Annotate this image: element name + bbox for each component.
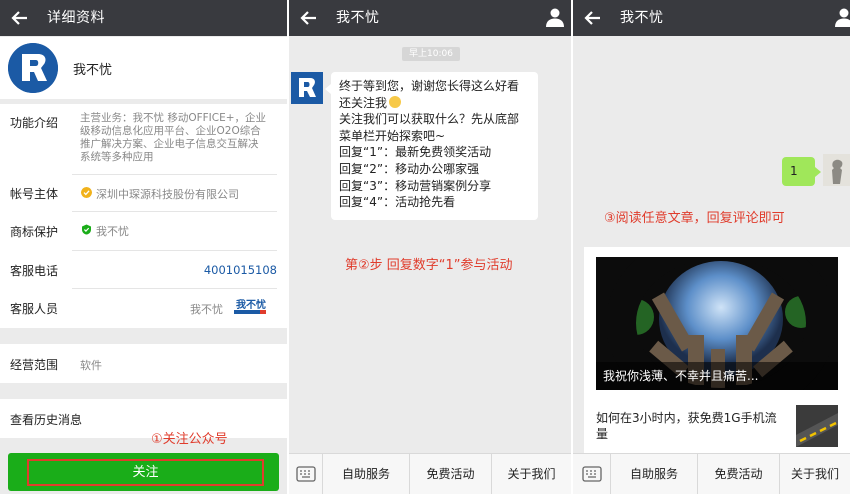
step-annotation: 第②步 回复数字“1”参与活动 <box>345 258 513 273</box>
verified-badge-icon <box>81 187 92 198</box>
info-card: 功能介绍 主营业务：我不忧 移动OFFICE+，企业 级移动信息化应用平台、企业… <box>0 104 287 328</box>
back-arrow-icon[interactable] <box>9 7 31 29</box>
bottom-menu: 自助服务 免费活动 关于我们 <box>289 453 571 494</box>
intro-label: 功能介绍 <box>10 116 59 130</box>
keyboard-icon[interactable] <box>296 466 316 482</box>
back-arrow-icon[interactable] <box>582 7 604 29</box>
divider <box>72 250 277 251</box>
trademark-icon <box>82 224 91 235</box>
menu-self-service[interactable]: 自助服务 <box>323 454 410 494</box>
chat-panel-articles: 我不忧 1 ③阅读任意文章，回复评论即可 我祝你浅薄、不幸并且痛苦... 如何在… <box>573 0 850 494</box>
owner-value[interactable]: 深圳中琛源科技股份有限公司 <box>96 186 239 202</box>
chat-panel: 我不忧 早上10:06 终于等到您，谢谢您长得这么好看 还关注我 关注我们可以获… <box>289 0 571 494</box>
road-image <box>796 405 838 447</box>
divider <box>72 288 277 289</box>
read-annotation: ③阅读任意文章，回复评论即可 <box>604 211 785 226</box>
my-avatar[interactable] <box>823 154 850 186</box>
account-avatar <box>8 43 58 93</box>
account-name: 我不忧 <box>73 63 113 78</box>
intro-text: 主营业务：我不忧 移动OFFICE+，企业 级移动信息化应用平台、企业O2O综合… <box>80 112 267 163</box>
staff-logo: 我不忧 <box>234 296 266 318</box>
person-icon[interactable] <box>545 7 565 27</box>
bottom-menu: 自助服务 免费活动 关于我们 <box>573 453 850 494</box>
chat-title: 我不忧 <box>336 10 380 26</box>
my-message-bubble: 1 <box>782 157 821 186</box>
staff-label: 客服人员 <box>10 302 59 316</box>
scope-value: 软件 <box>80 359 102 372</box>
follow-button[interactable]: 关注 <box>8 453 279 491</box>
follow-button-label[interactable]: 关注 <box>27 459 264 486</box>
phone-value[interactable]: 4001015108 <box>204 263 277 277</box>
profile-panel: 详细资料 我不忧 功能介绍 主营业务：我不忧 移动OFFICE+，企业 级移动信… <box>0 0 287 494</box>
article-cover[interactable]: 我祝你浅薄、不幸并且痛苦... <box>596 257 838 390</box>
titlebar: 我不忧 <box>573 0 850 36</box>
account-header: 我不忧 <box>0 37 287 99</box>
menu-about-us[interactable]: 关于我们 <box>780 454 850 494</box>
follow-annotation: ①关注公众号 <box>151 432 228 447</box>
divider <box>72 211 277 212</box>
timestamp: 早上10:06 <box>402 47 460 61</box>
menu-about-us[interactable]: 关于我们 <box>492 454 571 494</box>
history-row[interactable]: 查看历史消息 <box>0 399 287 438</box>
owner-label: 帐号主体 <box>10 187 59 201</box>
keyboard-icon[interactable] <box>582 466 602 482</box>
titlebar: 详细资料 <box>0 0 287 36</box>
staff-value: 我不忧 <box>190 303 223 316</box>
menu-free-activity[interactable]: 免费活动 <box>410 454 492 494</box>
phone-label: 客服电话 <box>10 264 59 278</box>
page-title: 详细资料 <box>47 10 105 26</box>
smile-emoji-icon <box>389 95 402 108</box>
trademark-value: 我不忧 <box>96 225 129 238</box>
sub-article-thumbnail[interactable] <box>796 405 838 447</box>
scope-row: 经营范围 软件 <box>0 344 287 383</box>
cover-caption[interactable]: 我祝你浅薄、不幸并且痛苦... <box>596 362 838 390</box>
divider <box>72 174 277 175</box>
message-bubble: 终于等到您，谢谢您长得这么好看 还关注我 关注我们可以获取什么？先从底部 菜单栏… <box>325 72 538 220</box>
trademark-label: 商标保护 <box>10 225 59 239</box>
scope-label: 经营范围 <box>10 358 59 372</box>
chat-title: 我不忧 <box>620 10 664 26</box>
article-card[interactable]: 我祝你浅薄、不幸并且痛苦... 如何在3小时内，获免费1G手机流量 <box>584 247 850 456</box>
history-label[interactable]: 查看历史消息 <box>10 411 82 428</box>
account-avatar[interactable] <box>291 72 323 104</box>
keyboard-toggle[interactable] <box>573 454 611 494</box>
back-arrow-icon[interactable] <box>298 7 320 29</box>
keyboard-toggle[interactable] <box>289 454 323 494</box>
menu-free-activity[interactable]: 免费活动 <box>698 454 780 494</box>
sub-article-title[interactable]: 如何在3小时内，获免费1G手机流量 <box>596 410 786 442</box>
titlebar: 我不忧 <box>289 0 571 36</box>
person-icon[interactable] <box>834 7 850 27</box>
menu-self-service[interactable]: 自助服务 <box>611 454 698 494</box>
